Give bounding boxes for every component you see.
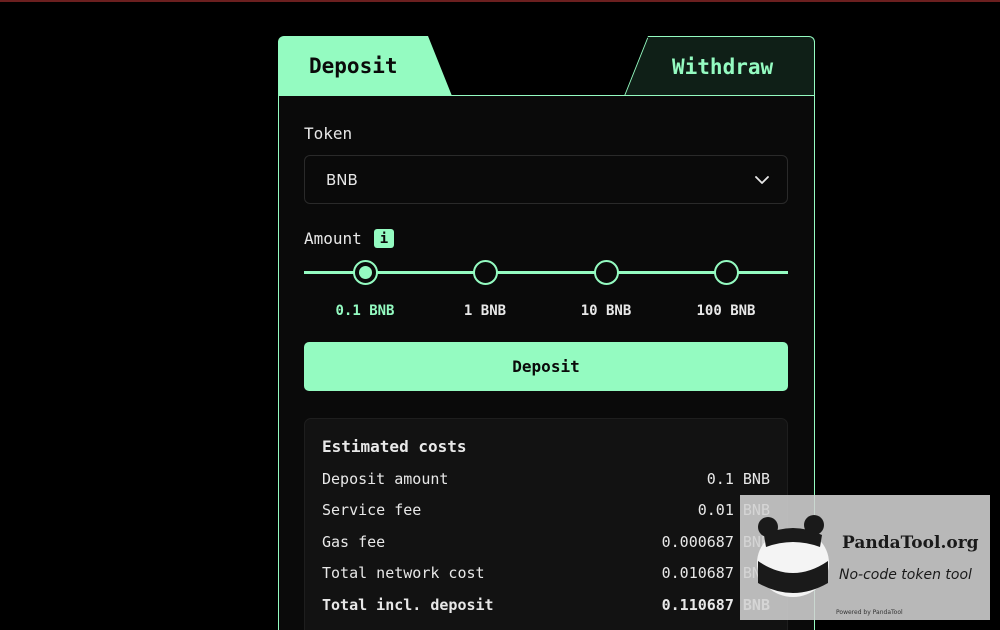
cost-row-total-incl-deposit: Total incl. deposit 0.110687 BNB [322, 596, 770, 614]
amount-option-label[interactable]: 100 BNB [676, 303, 776, 319]
estimated-costs-box: Estimated costs Deposit amount 0.1 BNB S… [304, 418, 788, 630]
amount-option-label[interactable]: 0.1 BNB [315, 303, 415, 319]
tab-withdraw-label: Withdraw [672, 54, 774, 79]
amount-stop-100[interactable] [714, 260, 739, 285]
cost-label: Total incl. deposit [322, 596, 494, 614]
tab-withdraw[interactable]: Withdraw [624, 36, 815, 96]
pandatool-watermark: PandaTool.org No-code token tool Powered… [740, 495, 990, 620]
amount-stop-1[interactable] [473, 260, 498, 285]
cost-label: Gas fee [322, 533, 386, 551]
cost-row-total-network: Total network cost 0.010687 BNB [322, 564, 770, 582]
amount-option-label[interactable]: 1 BNB [435, 303, 535, 319]
token-label: Token [304, 124, 353, 143]
panda-icon [757, 515, 829, 597]
cost-row-service-fee: Service fee 0.01 BNB [322, 501, 770, 519]
cost-row-deposit-amount: Deposit amount 0.1 BNB [322, 470, 770, 488]
amount-stop-10[interactable] [594, 260, 619, 285]
cost-label: Service fee [322, 501, 422, 519]
tab-deposit[interactable]: Deposit [278, 36, 452, 96]
estimated-costs-title: Estimated costs [322, 437, 467, 456]
tab-deposit-label: Deposit [309, 54, 398, 78]
amount-option-label[interactable]: 10 BNB [556, 303, 656, 319]
watermark-site: PandaTool.org [842, 533, 979, 553]
deposit-withdraw-panel: Deposit Withdraw Token BNB Amount i 0.1 … [278, 36, 815, 630]
info-icon[interactable]: i [374, 229, 394, 248]
token-selected-value: BNB [326, 170, 358, 189]
watermark-tagline: No-code token tool [839, 567, 972, 583]
deposit-form: Token BNB Amount i 0.1 BNB 1 BNB 10 BNB … [278, 95, 815, 630]
chevron-down-icon [755, 176, 769, 184]
watermark-powered: Powered by PandaTool [836, 609, 903, 616]
cost-label: Deposit amount [322, 470, 449, 488]
top-border-line [0, 0, 1000, 2]
cost-value: 0.1 BNB [706, 470, 770, 488]
deposit-button[interactable]: Deposit [304, 342, 788, 391]
amount-stop-0-1[interactable] [353, 260, 378, 285]
cost-row-gas-fee: Gas fee 0.000687 BNB [322, 533, 770, 551]
amount-label: Amount [304, 229, 362, 248]
token-select[interactable]: BNB [304, 155, 788, 204]
cost-label: Total network cost [322, 564, 485, 582]
